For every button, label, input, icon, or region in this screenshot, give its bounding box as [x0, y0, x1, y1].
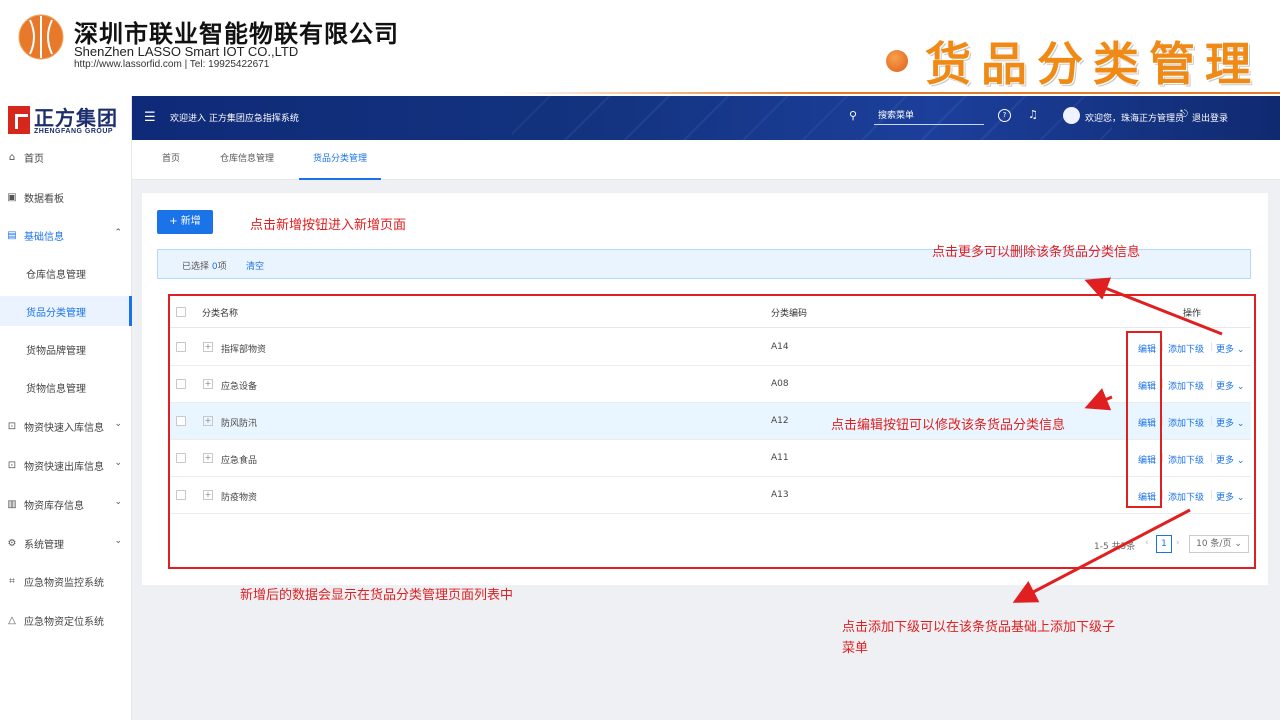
sidebar-item-label: 系统管理	[24, 539, 64, 551]
inbound-icon: ⊡	[7, 420, 17, 432]
title-bullet-icon	[886, 50, 908, 72]
brand-mark-icon	[8, 106, 30, 134]
sidebar-item-inbound[interactable]: ⊡ 物资快速入库信息 ⌄	[0, 411, 132, 441]
selection-prefix: 已选择	[182, 262, 212, 272]
search-icon[interactable]: ⚲	[849, 109, 857, 122]
menu-toggle-icon[interactable]: ☰	[144, 110, 156, 125]
sidebar-item-label: 应急物资监控系统	[24, 577, 104, 589]
sidebar-item-location[interactable]: △ 应急物资定位系统	[0, 605, 132, 635]
tab-category[interactable]: 货品分类管理	[299, 140, 382, 180]
bell-icon[interactable]: ♫	[1028, 108, 1038, 121]
dashboard-icon: ▣	[7, 191, 17, 203]
selection-suffix: 项	[217, 262, 227, 272]
chevron-down-icon: ⌄	[114, 458, 122, 468]
sidebar-item-label: 基础信息	[24, 231, 64, 243]
add-button[interactable]: + 新增	[157, 210, 213, 234]
sidebar-item-inventory[interactable]: ▥ 物资库存信息 ⌄	[0, 489, 132, 519]
slide-header: 深圳市联业智能物联有限公司 ShenZhen LASSO Smart IOT C…	[0, 0, 1280, 96]
outbound-icon: ⊡	[7, 459, 17, 471]
monitor-icon: ⌗	[9, 575, 15, 587]
sidebar-item-monitor[interactable]: ⌗ 应急物资监控系统	[0, 566, 132, 596]
logout-icon[interactable]: ⎋	[1180, 109, 1188, 120]
sidebar-item-label: 首页	[24, 153, 44, 165]
tab-warehouse[interactable]: 仓库信息管理	[220, 140, 274, 180]
sidebar-item-basic-info[interactable]: ▤ 基础信息 ⌃	[0, 220, 132, 250]
avatar[interactable]	[1063, 107, 1080, 124]
sidebar-item-goods[interactable]: 货物信息管理	[0, 372, 132, 402]
add-button-label: 新增	[180, 216, 201, 227]
sidebar-item-label: 数据看板	[24, 193, 64, 205]
brand-name-en: ZHENGFANG GROUP	[34, 128, 114, 135]
sidebar-item-outbound[interactable]: ⊡ 物资快速出库信息 ⌄	[0, 450, 132, 480]
slide-title: 货品分类管理	[925, 37, 1261, 91]
company-name-en: ShenZhen LASSO Smart IOT CO.,LTD	[74, 44, 299, 59]
inventory-icon: ▥	[7, 498, 17, 510]
highlight-box-edit-column	[1126, 331, 1162, 508]
sidebar: 正方集团 ZHENGFANG GROUP ⌂ 首页 ▣ 数据看板 ▤ 基础信息 …	[0, 96, 132, 720]
chevron-down-icon: ⌄	[114, 419, 122, 429]
clear-selection-link[interactable]: 清空	[246, 259, 264, 272]
sidebar-item-system[interactable]: ⚙ 系统管理 ⌄	[0, 528, 132, 558]
location-icon: △	[8, 614, 16, 626]
search-input[interactable]: 搜索菜单	[874, 109, 984, 125]
brand-name-cn: 正方集团	[34, 106, 118, 130]
chevron-down-icon: ⌄	[114, 497, 122, 507]
sidebar-item-brand[interactable]: 货物品牌管理	[0, 334, 132, 364]
annotation-edit: 点击编辑按钮可以修改该条货品分类信息	[831, 418, 1066, 433]
annotation-list: 新增后的数据会显示在货品分类管理页面列表中	[240, 588, 514, 603]
sidebar-item-warehouse[interactable]: 仓库信息管理	[0, 258, 132, 288]
system-welcome-text: 欢迎进入 正方集团应急指挥系统	[170, 114, 299, 124]
help-icon[interactable]: ?	[998, 109, 1011, 122]
settings-icon: ⚙	[7, 537, 17, 549]
logout-button[interactable]: 退出登录	[1192, 111, 1228, 124]
highlight-box-table	[168, 294, 1256, 569]
home-icon: ⌂	[8, 151, 16, 163]
tabs-bar: 首页 仓库信息管理 货品分类管理	[132, 140, 1280, 180]
sidebar-item-label: 物资快速出库信息	[24, 461, 104, 473]
sidebar-item-label: 应急物资定位系统	[24, 616, 104, 628]
annotation-add-child-line1: 点击添加下级可以在该条货品基础上添加下级子	[842, 620, 1116, 635]
company-contact: http://www.lassorfid.com | Tel: 19925422…	[74, 59, 270, 70]
header-divider	[500, 92, 1280, 94]
tab-home[interactable]: 首页	[162, 140, 180, 180]
company-logo-icon	[18, 14, 64, 60]
annotation-more: 点击更多可以删除该条货品分类信息	[932, 245, 1141, 260]
sidebar-item-category[interactable]: 货品分类管理	[0, 296, 132, 326]
info-icon: ▤	[7, 229, 17, 241]
chevron-up-icon: ⌃	[114, 228, 122, 238]
annotation-add-child-line2: 菜单	[842, 641, 869, 656]
sidebar-item-label: 物资库存信息	[24, 500, 84, 512]
top-bar: ☰ 欢迎进入 正方集团应急指挥系统 ⚲ 搜索菜单 ? ♫ 欢迎您，珠海正方管理员…	[132, 96, 1280, 140]
sidebar-item-dashboard[interactable]: ▣ 数据看板	[0, 182, 132, 212]
annotation-add: 点击新增按钮进入新增页面	[250, 218, 407, 233]
sidebar-item-label: 物资快速入库信息	[24, 422, 104, 434]
brand-logo: 正方集团 ZHENGFANG GROUP	[8, 104, 128, 140]
selection-count: 已选择 0项	[182, 259, 227, 272]
sidebar-item-home[interactable]: ⌂ 首页	[0, 142, 132, 172]
chevron-down-icon: ⌄	[114, 536, 122, 546]
user-greeting: 欢迎您，珠海正方管理员	[1085, 114, 1185, 124]
